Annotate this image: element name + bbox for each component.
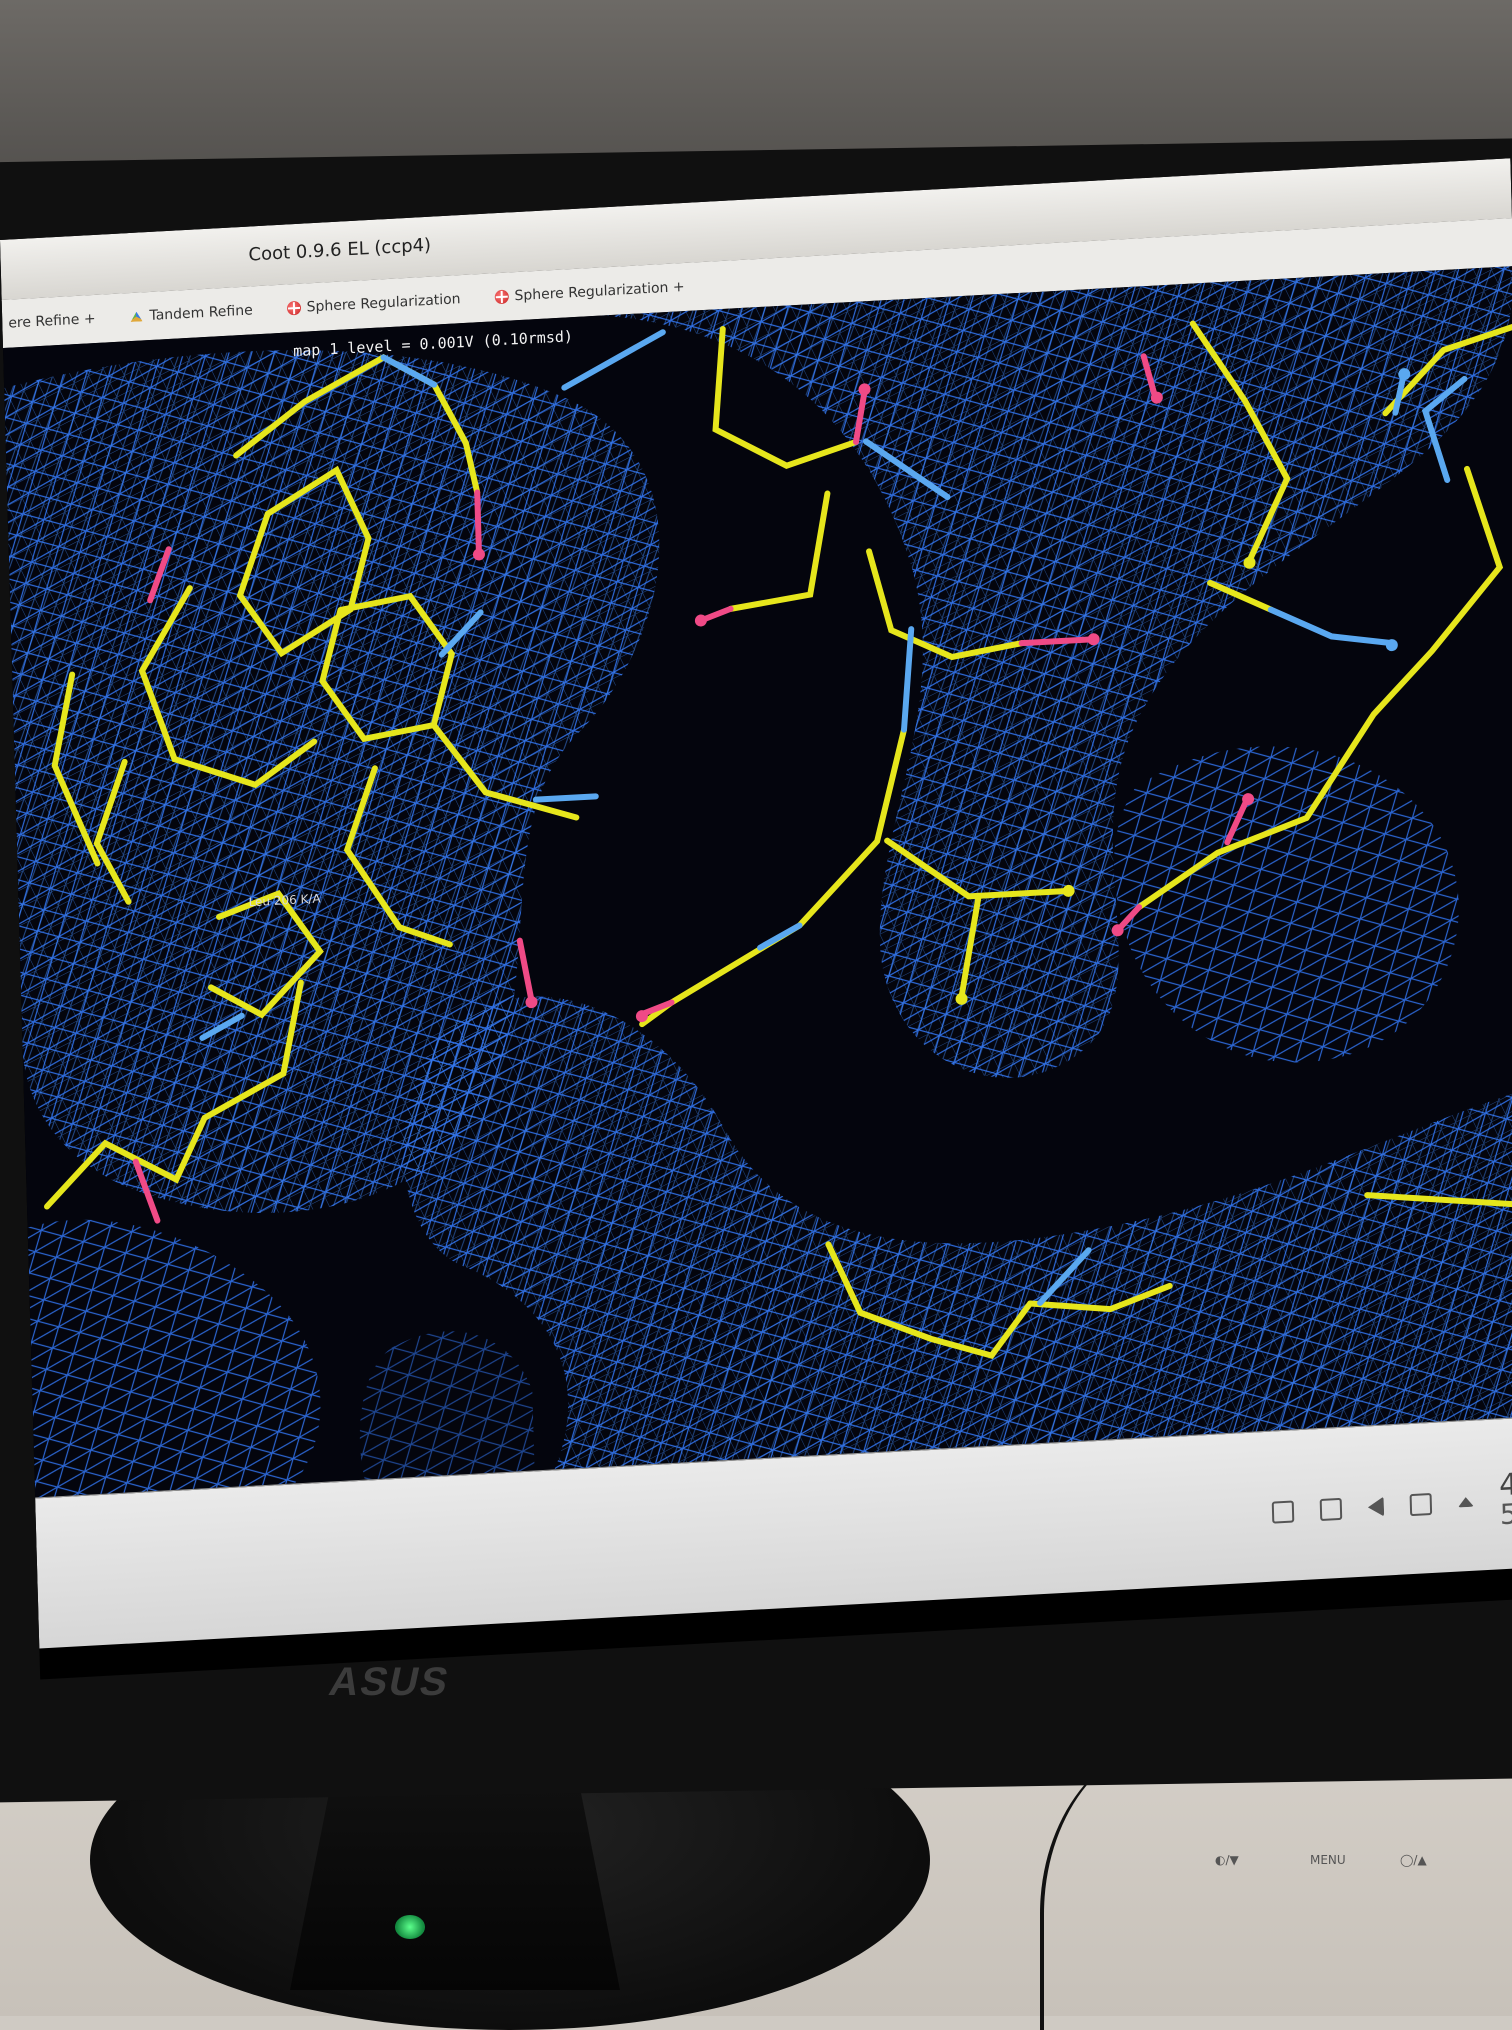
clipboard-icon[interactable] xyxy=(1319,1497,1342,1522)
toolbar-item-label: Sphere Regularization xyxy=(306,291,461,316)
monitor-brand-logo: ASUS xyxy=(325,1660,454,1704)
tandem-refine-button[interactable]: Tandem Refine xyxy=(123,298,259,329)
power-led-icon[interactable] xyxy=(395,1915,425,1939)
sphere-refine-plus-button[interactable]: ere Refine + xyxy=(2,307,102,336)
bezel-button-1[interactable]: ◐/▼ xyxy=(1215,1853,1239,1867)
clock-date: 5/1 xyxy=(1499,1495,1512,1532)
sphere-regularization-button[interactable]: Sphere Regularization xyxy=(280,287,467,321)
monitor-screen: Coot 0.9.6 EL (ccp4) ere Refine + Tandem… xyxy=(0,158,1512,1680)
toolbar-item-label: ere Refine + xyxy=(8,310,96,332)
bezel-button-menu[interactable]: MENU xyxy=(1310,1853,1346,1867)
network-icon[interactable] xyxy=(1409,1492,1432,1517)
sphere-icon xyxy=(286,300,301,316)
bezel-button-3[interactable]: ◯/▲ xyxy=(1400,1853,1427,1867)
system-tray: 4:0 5/1 xyxy=(1271,1465,1512,1542)
sphere-regularization-plus-button[interactable]: Sphere Regularization + xyxy=(488,275,691,310)
tray-expand-icon[interactable] xyxy=(1457,1496,1474,1508)
speaker-icon[interactable] xyxy=(1367,1496,1384,1518)
screenshot-icon[interactable] xyxy=(1271,1500,1295,1524)
tandem-icon xyxy=(129,309,143,324)
toolbar-item-label: Sphere Regularization + xyxy=(514,279,685,305)
toolbar-item-label: Tandem Refine xyxy=(149,302,253,324)
molecular-graphics-viewport[interactable]: map 1 level = 0.001V (0.10rmsd) Leu 206 … xyxy=(3,266,1512,1498)
sphere-icon xyxy=(494,289,509,305)
clock[interactable]: 4:0 5/1 xyxy=(1498,1465,1512,1532)
clock-time: 4:0 xyxy=(1498,1465,1512,1504)
window-title: Coot 0.9.6 EL (ccp4) xyxy=(248,234,432,266)
density-map-svg xyxy=(3,266,1512,1498)
